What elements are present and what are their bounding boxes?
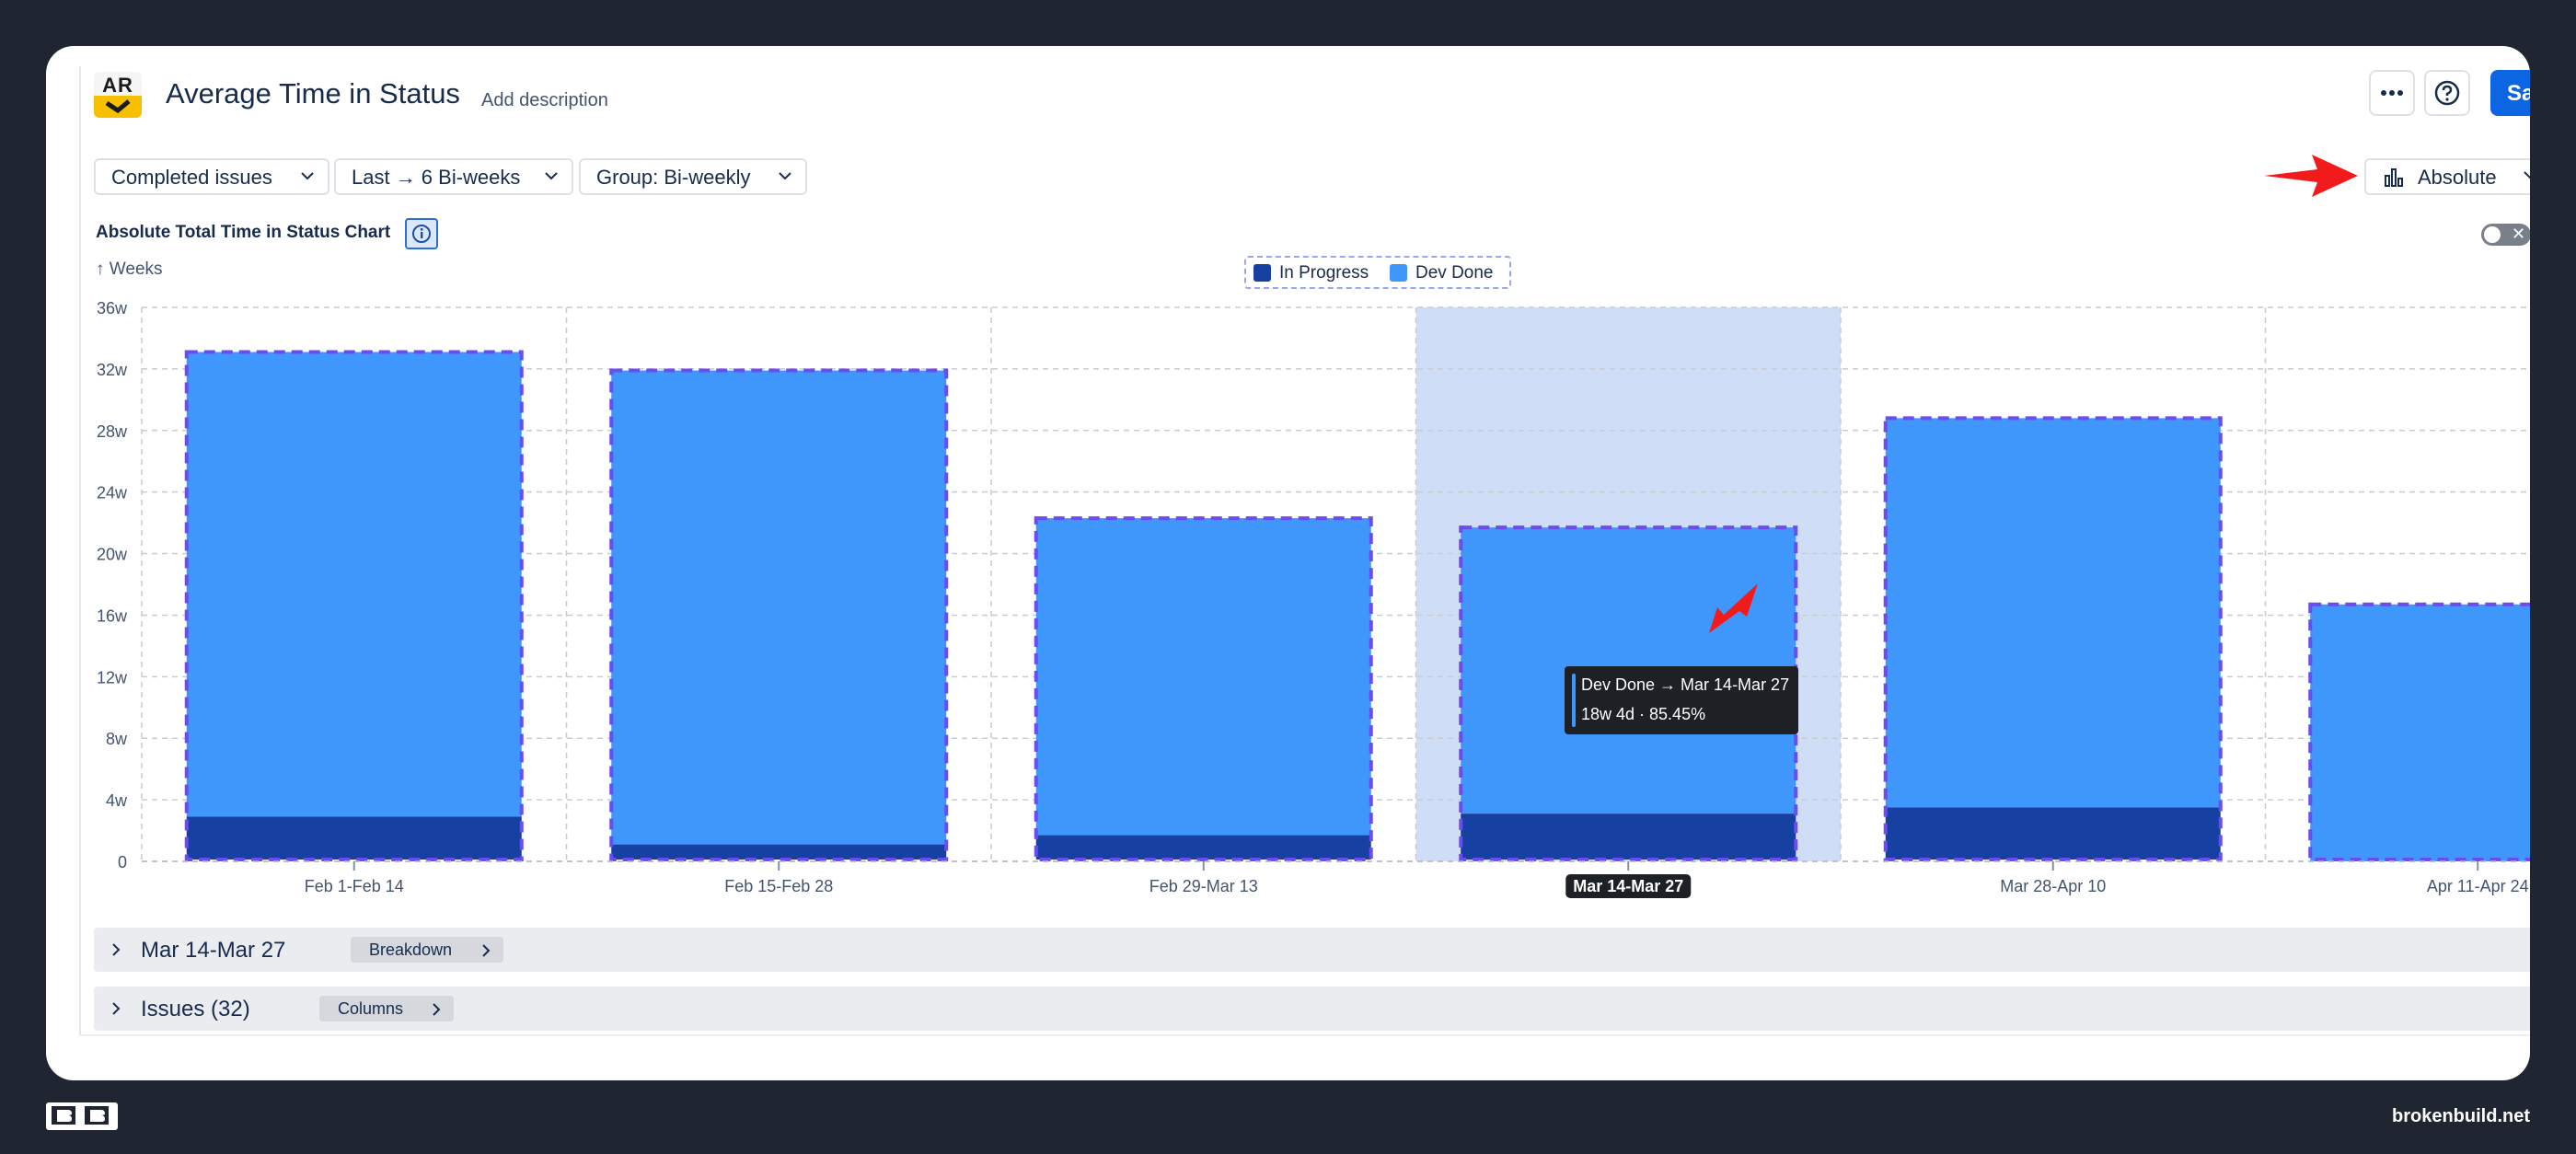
breakdown-button-label: Breakdown xyxy=(369,941,453,959)
panel-border-bottom xyxy=(79,1034,2530,1036)
issues-section[interactable]: Issues (32) Columns xyxy=(94,987,2530,1031)
y-tick-label: 4w xyxy=(106,791,128,810)
issues-section-title: Issues (32) xyxy=(141,997,250,1021)
chevron-right-icon xyxy=(112,1002,121,1015)
chevron-right-icon xyxy=(482,944,491,957)
brand-logo-icon xyxy=(46,1102,118,1134)
chevron-right-icon xyxy=(433,1003,441,1016)
columns-button[interactable]: Columns xyxy=(319,996,454,1021)
x-tick-label: Feb 1-Feb 14 xyxy=(305,877,404,895)
y-tick-label: 8w xyxy=(106,730,128,748)
report-window: AR Average Time in Status Add descriptio… xyxy=(46,46,2530,1080)
breakdown-section[interactable]: Mar 14-Mar 27 Breakdown xyxy=(94,928,2530,972)
bar-segment-dev-done xyxy=(1035,518,1371,836)
chart-tooltip: Dev Done → Mar 14-Mar 27 18w 4d · 85.45% xyxy=(1565,666,1798,734)
x-tick-label: Apr 11-Apr 24 xyxy=(2427,877,2529,895)
chevron-right-icon xyxy=(112,943,121,956)
y-tick-label: 12w xyxy=(97,668,128,687)
tooltip-line-1: Dev Done → Mar 14-Mar 27 xyxy=(1581,675,1790,694)
tooltip-line-2: 18w 4d · 85.45% xyxy=(1581,705,1706,723)
x-tick-label: Mar 28-Apr 10 xyxy=(2000,877,2106,895)
bar-segment-dev-done xyxy=(611,370,947,845)
stacked-bar-chart: 0 4w 8w 12w 16w 20w 24w 28w 32w 36w Feb 1-Feb 14 Fe… xyxy=(97,299,2530,898)
y-tick-label: 20w xyxy=(97,546,128,564)
x-tick-label: Mar 14-Mar 27 xyxy=(1573,877,1683,895)
bar-segment-dev-done xyxy=(186,352,522,817)
tooltip-color-bar xyxy=(1572,674,1576,727)
y-tick-label: 28w xyxy=(97,422,128,441)
x-tick-label: Feb 29-Mar 13 xyxy=(1149,877,1258,895)
bar-segment-in-progress xyxy=(1885,807,2221,860)
bar-segment-dev-done xyxy=(1885,418,2221,808)
y-tick-label: 36w xyxy=(97,299,128,317)
columns-button-label: Columns xyxy=(338,999,404,1018)
bar-segment-in-progress xyxy=(1461,814,1796,860)
bar-segment-in-progress xyxy=(611,844,947,860)
y-tick-label: 0 xyxy=(118,853,127,871)
bar-segment-in-progress xyxy=(1035,835,1371,860)
breakdown-section-title: Mar 14-Mar 27 xyxy=(141,938,286,963)
bar-segment-in-progress xyxy=(186,816,522,860)
breakdown-button[interactable]: Breakdown xyxy=(351,937,503,963)
y-tick-label: 16w xyxy=(97,606,128,625)
y-tick-label: 24w xyxy=(97,484,128,502)
bar-segment-dev-done xyxy=(2310,604,2530,861)
x-tick-label: Feb 15-Feb 28 xyxy=(724,877,833,895)
y-tick-label: 32w xyxy=(97,361,128,379)
footer-site-link[interactable]: brokenbuild.net xyxy=(2392,1106,2530,1127)
